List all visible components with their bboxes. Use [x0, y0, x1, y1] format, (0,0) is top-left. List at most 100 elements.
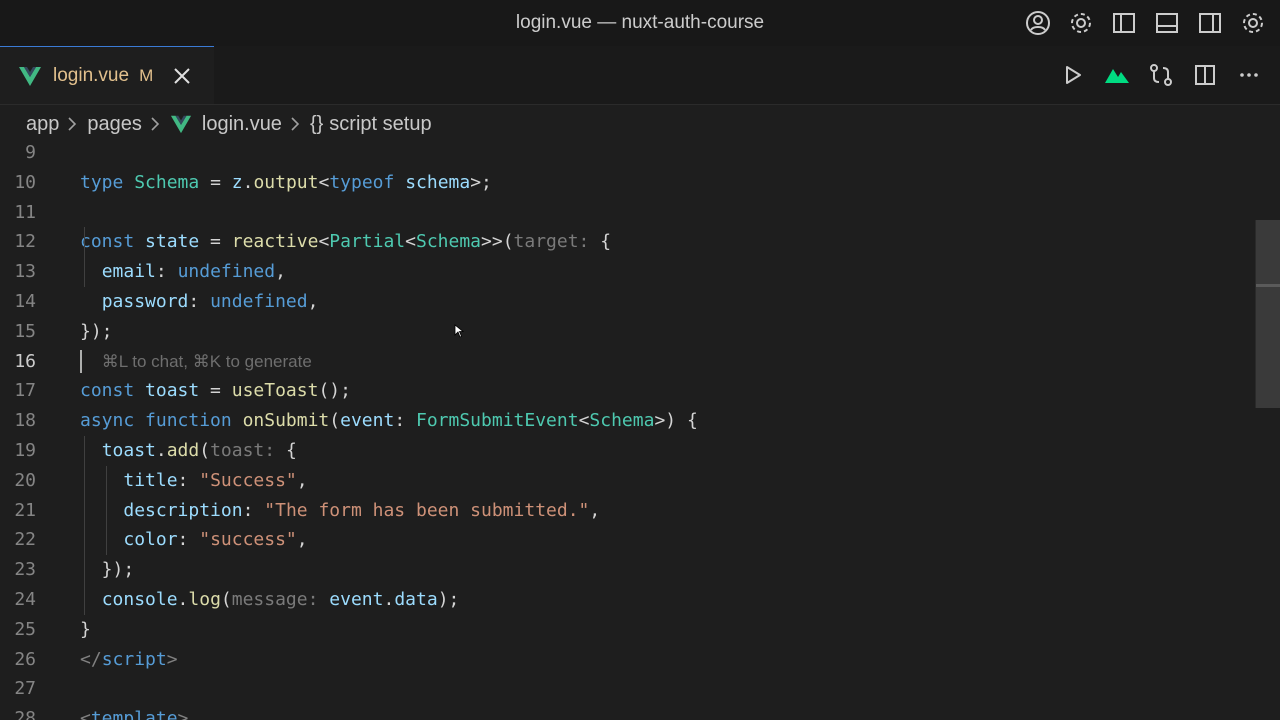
code-token: :	[242, 499, 265, 521]
manage-gear-icon[interactable]	[1238, 8, 1268, 38]
code-line[interactable]: 23 });	[0, 555, 1250, 585]
settings-icon[interactable]	[1066, 8, 1096, 38]
line-number: 19	[14, 440, 36, 461]
code-token: {	[275, 440, 297, 461]
code-token: :	[155, 261, 178, 283]
code-line[interactable]: 9	[0, 144, 1250, 168]
code-text: console.log(message: event.data);	[80, 585, 460, 615]
code-text: title: "Success",	[80, 466, 307, 496]
code-line[interactable]: 24 console.log(message: event.data);	[0, 585, 1250, 615]
code-token: reactive	[231, 231, 319, 253]
code-token: });	[80, 559, 135, 581]
code-text: });	[80, 317, 113, 347]
code-text: email: undefined,	[80, 257, 286, 287]
code-token: log	[188, 589, 221, 610]
code-token: :	[188, 291, 211, 312]
split-editor-icon[interactable]	[1190, 60, 1220, 90]
line-number: 10	[14, 171, 36, 193]
indent-guide	[84, 227, 85, 287]
toggle-primary-sidebar-icon[interactable]	[1109, 8, 1139, 38]
breadcrumb-item-file[interactable]: login.vue	[202, 113, 282, 136]
code-token: =	[199, 171, 232, 193]
code-text: color: "success",	[80, 525, 307, 555]
code-token: typeof	[329, 171, 395, 193]
code-token: z	[231, 171, 243, 193]
code-token: title	[123, 469, 178, 491]
code-token: Partial	[329, 231, 406, 253]
code-line[interactable]: 20 title: "Success",	[0, 466, 1250, 496]
breadcrumb-item-app[interactable]: app	[26, 113, 59, 136]
code-token: undefined	[177, 261, 276, 283]
run-icon[interactable]	[1058, 60, 1088, 90]
code-line[interactable]: 16 ⌘L to chat, ⌘K to generate	[0, 347, 1250, 377]
line-number: 20	[14, 469, 36, 491]
breadcrumb: app pages login.vue {} script setup	[0, 104, 1280, 144]
vue-file-icon	[18, 64, 42, 88]
code-token: >>(	[481, 231, 514, 253]
vertical-scrollbar-thumb[interactable]	[1255, 220, 1280, 408]
code-line[interactable]: 26 </script>	[0, 645, 1250, 675]
more-actions-icon[interactable]	[1234, 60, 1264, 90]
code-line[interactable]: 17 const toast = useToast();	[0, 376, 1250, 406]
code-text: const state = reactive<Partial<Schema>>(…	[80, 227, 611, 257]
line-number: 13	[14, 261, 36, 283]
mouse-cursor-icon	[454, 324, 465, 343]
scrollbar-cursor-marker	[1256, 284, 1280, 287]
line-number: 14	[14, 291, 36, 312]
line-number: 15	[14, 320, 36, 342]
code-text: });	[80, 555, 135, 585]
nuxt-icon[interactable]	[1102, 60, 1132, 90]
code-text: const toast = useToast();	[80, 376, 351, 406]
code-line[interactable]: 18 async function onSubmit(event: FormSub…	[0, 406, 1250, 436]
code-token: (	[220, 589, 232, 610]
code-token: >	[177, 708, 189, 720]
code-token: event	[329, 589, 384, 610]
code-token: message:	[231, 589, 319, 610]
code-token: });	[80, 320, 113, 342]
code-token: "The form has been submitted."	[264, 499, 590, 521]
breadcrumb-item-symbol[interactable]: script setup	[329, 113, 431, 136]
line-number: 28	[14, 708, 36, 720]
code-line[interactable]: 14 password: undefined,	[0, 287, 1250, 317]
code-line[interactable]: 10 type Schema = z.output<typeof schema>;	[0, 168, 1250, 198]
tab-login-vue[interactable]: login.vue M	[0, 46, 214, 104]
code-token: ,	[275, 261, 286, 283]
code-line[interactable]: 15});	[0, 317, 1250, 347]
code-token: Schema	[589, 410, 655, 432]
code-line[interactable]: 25}	[0, 615, 1250, 645]
code-line[interactable]: 12 const state = reactive<Partial<Schema>…	[0, 227, 1250, 257]
code-line[interactable]: 19 toast.add(toast: {	[0, 436, 1250, 466]
chevron-right-icon	[67, 117, 79, 131]
code-token: =	[199, 380, 232, 402]
code-line[interactable]: 21 description: "The form has been submi…	[0, 496, 1250, 526]
code-line[interactable]: 22 color: "success",	[0, 525, 1250, 555]
code-token: .	[155, 440, 167, 461]
code-token: :	[394, 410, 416, 432]
code-line[interactable]: 13 email: undefined,	[0, 257, 1250, 287]
code-editor[interactable]: 9 10 type Schema = z.output<typeof schema>…	[0, 144, 1280, 720]
code-token: state	[145, 231, 200, 253]
code-text: ⌘L to chat, ⌘K to generate	[80, 347, 312, 377]
code-token: "success"	[199, 529, 297, 551]
code-text: }	[80, 615, 91, 645]
code-token: target:	[513, 231, 590, 253]
account-icon[interactable]	[1023, 8, 1053, 38]
code-line[interactable]: 27	[0, 674, 1250, 704]
line-number: 11	[14, 201, 36, 223]
code-text: </script>	[80, 645, 178, 675]
source-control-compare-icon[interactable]	[1146, 60, 1176, 90]
code-token: async	[80, 410, 135, 432]
toggle-secondary-sidebar-icon[interactable]	[1195, 8, 1225, 38]
close-icon[interactable]	[173, 67, 191, 85]
breadcrumb-item-pages[interactable]: pages	[87, 113, 142, 136]
code-line[interactable]: 11	[0, 198, 1250, 228]
code-line[interactable]: 28 <template>	[0, 704, 1250, 720]
toggle-panel-icon[interactable]	[1152, 8, 1182, 38]
code-token: .	[177, 589, 189, 610]
indent-guide	[84, 436, 85, 615]
code-token: color	[123, 529, 178, 551]
